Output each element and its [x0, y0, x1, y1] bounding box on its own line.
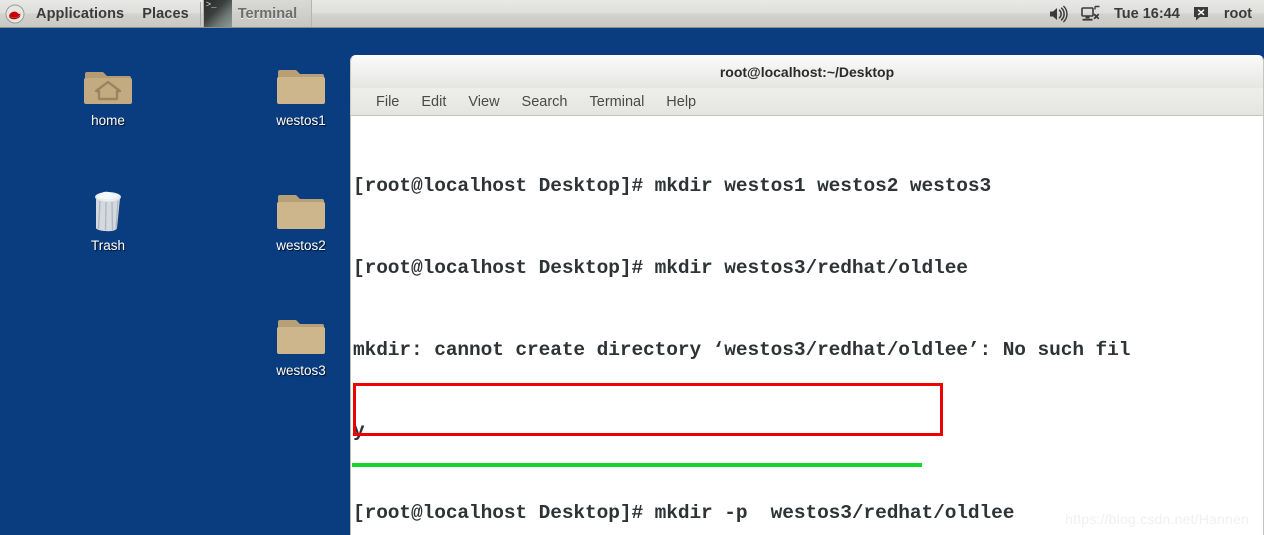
- folder-icon: [253, 306, 349, 358]
- trash-icon: [60, 181, 156, 233]
- terminal-window: root@localhost:~/Desktop File Edit View …: [350, 55, 1264, 535]
- desktop-icon-westos2[interactable]: westos2: [253, 181, 349, 253]
- desktop-icon-label: home: [91, 113, 125, 128]
- desktop-icon-label: westos3: [276, 363, 326, 378]
- menu-file[interactable]: File: [365, 94, 410, 110]
- desktop-icon-label: westos2: [276, 238, 326, 253]
- desktop-screen: Applications Places Terminal: [0, 0, 1264, 535]
- places-menu[interactable]: Places: [133, 0, 198, 28]
- terminal-line: [root@localhost Desktop]# mkdir westos3/…: [353, 257, 968, 279]
- desktop-icon-westos3[interactable]: westos3: [253, 306, 349, 378]
- desktop-icon-trash[interactable]: Trash: [60, 181, 156, 253]
- desktop-icon-label: westos1: [276, 113, 326, 128]
- window-titlebar[interactable]: root@localhost:~/Desktop: [350, 55, 1264, 88]
- panel-left-group: Applications Places Terminal: [0, 0, 313, 28]
- terminal-output-area[interactable]: [root@localhost Desktop]# mkdir westos1 …: [350, 116, 1264, 535]
- user-status-icon[interactable]: [1193, 6, 1211, 22]
- network-disconnected-icon[interactable]: [1081, 5, 1101, 23]
- menu-help[interactable]: Help: [655, 94, 707, 110]
- terminal-thumbnail-icon: [203, 0, 232, 27]
- redhat-logo-icon[interactable]: [5, 4, 25, 24]
- watermark-text: https://blog.csdn.net/Hannen: [1065, 511, 1249, 527]
- menu-terminal[interactable]: Terminal: [579, 94, 656, 110]
- folder-icon: [253, 56, 349, 108]
- terminal-text: [root@localhost Desktop]# mkdir westos1 …: [353, 119, 1263, 535]
- folder-icon: [253, 181, 349, 233]
- clock-label[interactable]: Tue 16:44: [1114, 6, 1180, 22]
- applications-menu[interactable]: Applications: [27, 0, 133, 28]
- taskbar-item-terminal[interactable]: Terminal: [202, 0, 313, 27]
- terminal-line: y: [353, 420, 365, 443]
- volume-speaker-icon[interactable]: [1048, 5, 1068, 23]
- window-title: root@localhost:~/Desktop: [719, 64, 895, 80]
- panel-separator: [199, 1, 201, 26]
- menu-edit[interactable]: Edit: [410, 94, 457, 110]
- menubar: File Edit View Search Terminal Help: [350, 88, 1264, 116]
- home-folder-icon: [60, 56, 156, 108]
- desktop-icon-home[interactable]: home: [60, 56, 156, 128]
- user-label[interactable]: root: [1224, 6, 1252, 22]
- taskbar-item-label: Terminal: [237, 5, 298, 22]
- menu-view[interactable]: View: [457, 94, 510, 110]
- panel-tray-group: Tue 16:44 root: [1048, 0, 1264, 28]
- desktop-icon-westos1[interactable]: westos1: [253, 56, 349, 128]
- terminal-line: [root@localhost Desktop]# mkdir westos1 …: [353, 175, 992, 198]
- desktop-icon-label: Trash: [90, 238, 125, 253]
- top-panel: Applications Places Terminal: [0, 0, 1264, 28]
- menu-search[interactable]: Search: [511, 94, 579, 110]
- terminal-line: mkdir: cannot create directory ‘westos3/…: [353, 338, 1131, 361]
